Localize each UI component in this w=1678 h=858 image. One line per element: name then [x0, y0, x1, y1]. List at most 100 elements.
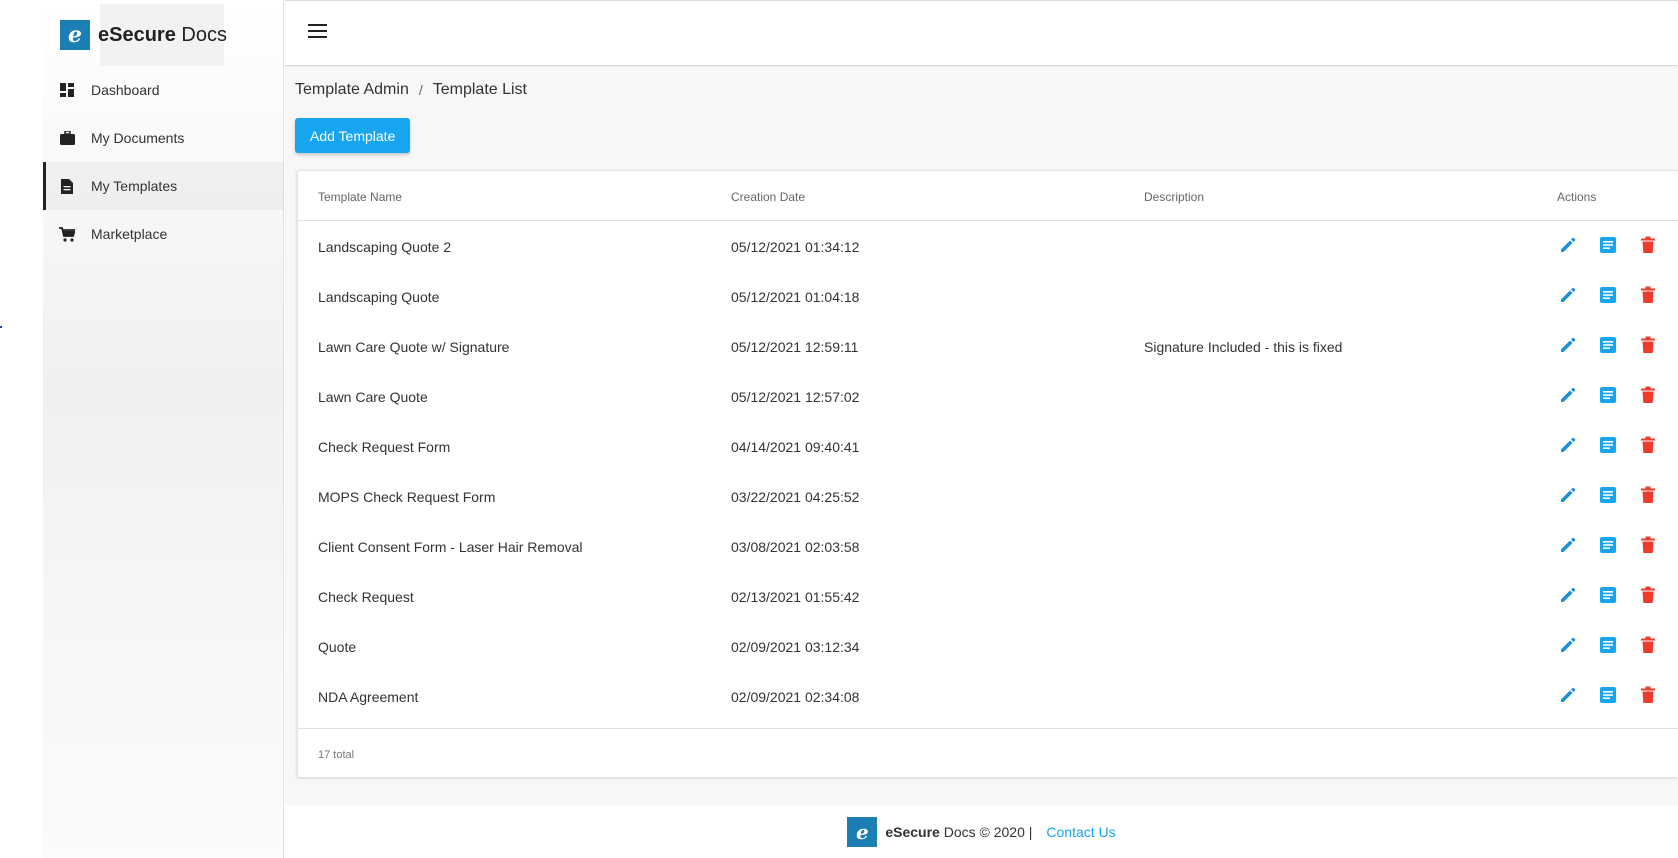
- table-row[interactable]: Client Consent Form - Laser Hair Removal…: [298, 521, 1678, 571]
- sidebar-item-my-documents[interactable]: My Documents: [43, 114, 284, 162]
- edit-pencil-icon: [1559, 236, 1577, 257]
- view-button[interactable]: [1597, 335, 1619, 357]
- view-button[interactable]: [1597, 485, 1619, 507]
- view-document-icon: [1599, 586, 1617, 607]
- creation-date-cell: 02/09/2021 03:12:34: [731, 639, 860, 655]
- row-actions: [1557, 435, 1677, 457]
- delete-trash-icon: [1640, 486, 1656, 507]
- edit-button[interactable]: [1557, 635, 1579, 657]
- sidebar-item-dashboard[interactable]: Dashboard: [43, 66, 284, 114]
- edit-pencil-icon: [1559, 636, 1577, 657]
- delete-trash-icon: [1640, 336, 1656, 357]
- delete-button[interactable]: [1637, 285, 1659, 307]
- table-row[interactable]: Landscaping Quote 2 05/12/2021 01:34:12: [298, 221, 1678, 271]
- template-name-cell: Quote: [318, 639, 357, 655]
- delete-button[interactable]: [1637, 685, 1659, 707]
- template-name-cell: Client Consent Form - Laser Hair Removal: [318, 539, 583, 555]
- creation-date-cell: 02/13/2021 01:55:42: [731, 589, 860, 605]
- view-button[interactable]: [1597, 235, 1619, 257]
- delete-button[interactable]: [1637, 635, 1659, 657]
- table-row[interactable]: MOPS Check Request Form 03/22/2021 04:25:…: [298, 471, 1678, 521]
- view-button[interactable]: [1597, 285, 1619, 307]
- table-footer: 17 total: [298, 728, 1678, 778]
- edit-button[interactable]: [1557, 235, 1579, 257]
- delete-button[interactable]: [1637, 535, 1659, 557]
- page-footer: e eSecure Docs © 2020 | Contact Us: [285, 805, 1678, 858]
- table-row[interactable]: Check Request 02/13/2021 01:55:42: [298, 571, 1678, 621]
- view-button[interactable]: [1597, 585, 1619, 607]
- column-header-creation-date[interactable]: Creation Date: [731, 190, 805, 204]
- delete-button[interactable]: [1637, 485, 1659, 507]
- delete-button[interactable]: [1637, 235, 1659, 257]
- stray-dot: [0, 326, 2, 328]
- creation-date-cell: 05/12/2021 12:59:11: [731, 339, 859, 355]
- edit-pencil-icon: [1559, 336, 1577, 357]
- top-bar: [285, 0, 1678, 66]
- table-row[interactable]: Quote 02/09/2021 03:12:34: [298, 621, 1678, 671]
- view-document-icon: [1599, 436, 1617, 457]
- total-count: 17 total: [318, 749, 355, 761]
- delete-button[interactable]: [1637, 585, 1659, 607]
- edit-button[interactable]: [1557, 435, 1579, 457]
- template-name-cell: NDA Agreement: [318, 689, 419, 705]
- column-header-template-name[interactable]: Template Name: [318, 190, 402, 204]
- delete-trash-icon: [1640, 386, 1656, 407]
- document-icon: [59, 178, 75, 194]
- edit-button[interactable]: [1557, 335, 1579, 357]
- table-row[interactable]: Lawn Care Quote w/ Signature 05/12/2021 1…: [298, 321, 1678, 371]
- edit-button[interactable]: [1557, 385, 1579, 407]
- template-name-cell: Check Request Form: [318, 439, 451, 455]
- edit-button[interactable]: [1557, 485, 1579, 507]
- column-header-description[interactable]: Description: [1144, 190, 1204, 204]
- table-header: Template Name Creation Date Description …: [298, 171, 1678, 221]
- creation-date-cell: 03/22/2021 04:25:52: [731, 489, 860, 505]
- contact-us-link[interactable]: Contact Us: [1046, 824, 1115, 840]
- sidebar: e eSecure Docs Dashboard My Documents My…: [43, 0, 284, 858]
- brand[interactable]: e eSecure Docs: [60, 4, 265, 66]
- delete-trash-icon: [1640, 636, 1656, 657]
- row-actions: [1557, 285, 1677, 307]
- breadcrumb-parent[interactable]: Template Admin: [295, 81, 409, 99]
- table-row[interactable]: Check Request Form 04/14/2021 09:40:41: [298, 421, 1678, 471]
- delete-trash-icon: [1640, 436, 1656, 457]
- sidebar-item-marketplace[interactable]: Marketplace: [43, 210, 284, 258]
- table-row[interactable]: NDA Agreement 02/09/2021 02:34:08: [298, 671, 1678, 721]
- delete-button[interactable]: [1637, 435, 1659, 457]
- template-name-cell: Landscaping Quote: [318, 289, 440, 305]
- creation-date-cell: 04/14/2021 09:40:41: [731, 439, 860, 455]
- view-button[interactable]: [1597, 385, 1619, 407]
- row-actions: [1557, 635, 1677, 657]
- template-name-cell: MOPS Check Request Form: [318, 489, 496, 505]
- table-row[interactable]: Landscaping Quote 05/12/2021 01:04:18: [298, 271, 1678, 321]
- delete-button[interactable]: [1637, 385, 1659, 407]
- edit-pencil-icon: [1559, 486, 1577, 507]
- view-button[interactable]: [1597, 435, 1619, 457]
- creation-date-cell: 03/08/2021 02:03:58: [731, 539, 860, 555]
- edit-pencil-icon: [1559, 286, 1577, 307]
- delete-trash-icon: [1640, 536, 1656, 557]
- sidebar-item-my-templates[interactable]: My Templates: [43, 162, 284, 210]
- edit-button[interactable]: [1557, 685, 1579, 707]
- edit-button[interactable]: [1557, 585, 1579, 607]
- delete-trash-icon: [1640, 286, 1656, 307]
- brand-name: eSecure Docs: [98, 23, 227, 46]
- view-document-icon: [1599, 536, 1617, 557]
- edit-button[interactable]: [1557, 535, 1579, 557]
- delete-trash-icon: [1640, 586, 1656, 607]
- view-document-icon: [1599, 686, 1617, 707]
- footer-brand: eSecure Docs © 2020 |: [885, 823, 1033, 840]
- description-cell: Signature Included - this is fixed: [1144, 339, 1343, 355]
- add-template-button[interactable]: Add Template: [295, 118, 411, 153]
- template-name-cell: Lawn Care Quote w/ Signature: [318, 339, 510, 355]
- view-button[interactable]: [1597, 635, 1619, 657]
- table-row[interactable]: Lawn Care Quote 05/12/2021 12:57:02: [298, 371, 1678, 421]
- edit-pencil-icon: [1559, 686, 1577, 707]
- delete-trash-icon: [1640, 686, 1656, 707]
- hamburger-menu-icon[interactable]: [308, 23, 330, 43]
- view-document-icon: [1599, 286, 1617, 307]
- edit-button[interactable]: [1557, 285, 1579, 307]
- edit-pencil-icon: [1559, 436, 1577, 457]
- view-button[interactable]: [1597, 535, 1619, 557]
- view-button[interactable]: [1597, 685, 1619, 707]
- delete-button[interactable]: [1637, 335, 1659, 357]
